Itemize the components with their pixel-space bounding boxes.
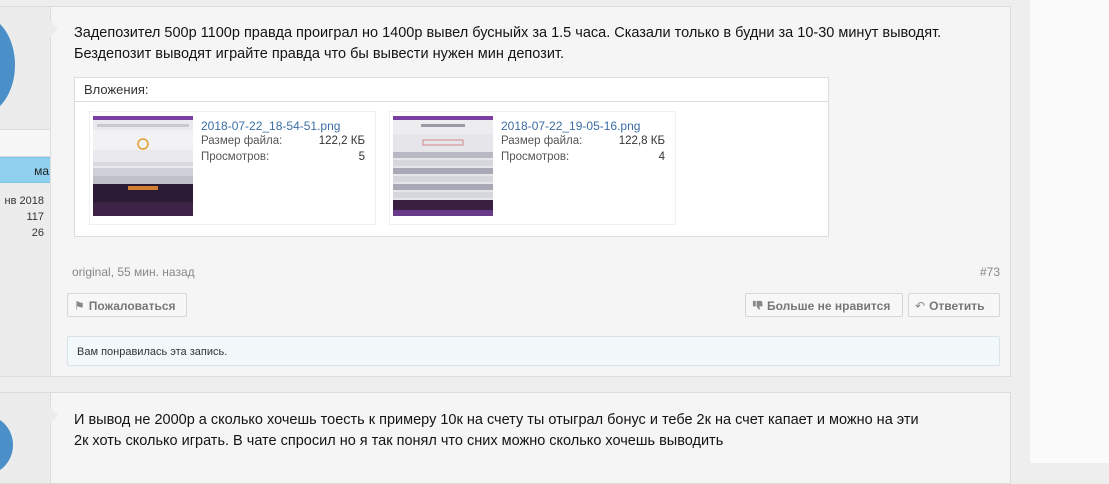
attachment-views-label: Просмотров:	[201, 151, 270, 163]
username-bar	[0, 129, 50, 157]
avatar[interactable]	[0, 415, 13, 475]
user-info-column: ма нв 2018 117 26	[0, 7, 51, 376]
attachments-block: Вложения: 2018-07-22_18-54-51.png Размер…	[74, 77, 829, 237]
attachment-views-row: Просмотров: 4	[501, 151, 665, 163]
likes-summary: Вам понравилась эта запись.	[67, 336, 1000, 366]
message-pointer	[50, 407, 58, 423]
reply-button[interactable]: ↶ Ответить	[908, 293, 1000, 317]
user-stat-likes: 26	[31, 227, 44, 239]
unlike-button[interactable]: Больше не нравится	[745, 293, 903, 317]
attachment-views-value: 5	[358, 151, 365, 163]
report-button[interactable]: ⚑ Пожаловаться	[67, 293, 187, 317]
attachment-item[interactable]: 2018-07-22_19-05-16.png Размер файла: 12…	[389, 111, 676, 225]
attachment-views-label: Просмотров:	[501, 151, 570, 163]
attachment-size-value: 122,8 КБ	[618, 135, 665, 147]
reply-button-label: Ответить	[929, 299, 985, 313]
attachment-item[interactable]: 2018-07-22_18-54-51.png Размер файла: 12…	[89, 111, 376, 225]
user-info-column	[0, 393, 51, 483]
attachment-filename-link[interactable]: 2018-07-22_18-54-51.png	[201, 119, 340, 133]
user-stat-messages: 117	[26, 211, 44, 223]
attachment-size-value: 122,2 КБ	[318, 135, 365, 147]
user-stat-joined: нв 2018	[4, 195, 44, 207]
forum-post: И вывод не 2000р а сколько хочешь тоесть…	[0, 392, 1011, 484]
attachment-size-row: Размер файла: 122,2 КБ	[201, 135, 365, 147]
post-message: Задепозител 500р 1100р правда проиграл н…	[74, 25, 942, 62]
forum-post: ма нв 2018 117 26 Задепозител 500р 1100р…	[0, 6, 1011, 377]
attachment-size-row: Размер файла: 122,8 КБ	[501, 135, 665, 147]
attachments-heading: Вложения:	[75, 78, 828, 102]
attachment-size-label: Размер файла:	[501, 135, 583, 147]
user-stats: нв 2018 117 26	[0, 193, 50, 241]
attachment-thumbnail[interactable]	[93, 116, 193, 216]
reply-arrow-icon: ↶	[915, 299, 926, 313]
post-author-date[interactable]: original, 55 мин. назад	[72, 265, 195, 279]
attachment-views-row: Просмотров: 5	[201, 151, 365, 163]
thumbs-down-icon	[752, 294, 763, 318]
message-pointer	[50, 21, 58, 37]
flag-icon: ⚑	[74, 299, 85, 313]
attachment-thumbnail[interactable]	[393, 116, 493, 216]
attachment-filename-link[interactable]: 2018-07-22_19-05-16.png	[501, 119, 640, 133]
avatar[interactable]	[0, 15, 15, 115]
attachment-views-value: 4	[658, 151, 665, 163]
post-message: И вывод не 2000р а сколько хочешь тоесть…	[74, 412, 919, 449]
attachment-size-label: Размер файла:	[201, 135, 283, 147]
post-number-link[interactable]: #73	[980, 265, 1000, 279]
right-gutter	[1030, 0, 1109, 463]
unlike-button-label: Больше не нравится	[767, 299, 891, 313]
user-rank-badge: ма	[0, 157, 50, 183]
report-button-label: Пожаловаться	[88, 299, 176, 313]
